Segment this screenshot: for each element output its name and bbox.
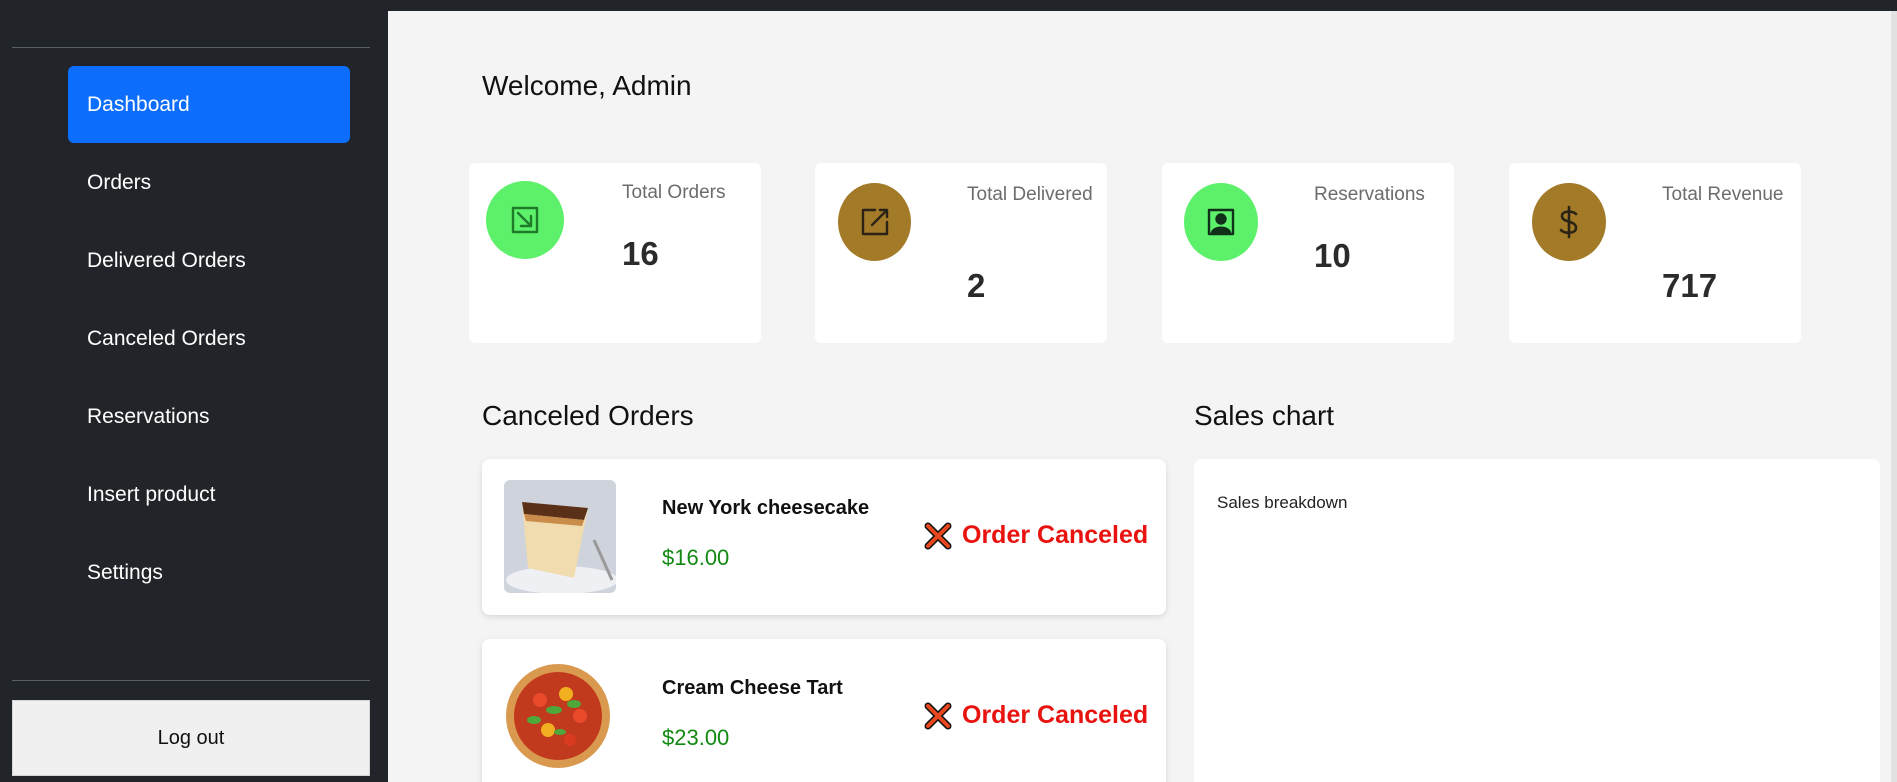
sidebar-nav: Dashboard Orders Delivered Orders Cancel… [68, 66, 350, 612]
cancel-x-icon [924, 702, 952, 729]
page-title: Welcome, Admin [482, 70, 692, 101]
sidebar-item-orders[interactable]: Orders [68, 144, 350, 221]
app-window: Dashboard Orders Delivered Orders Cancel… [0, 0, 1897, 782]
order-status: Order Canceled [924, 521, 1148, 550]
cheesecake-image [504, 480, 616, 593]
order-status: Order Canceled [924, 701, 1148, 730]
sidebar-divider-bottom [12, 680, 370, 681]
sidebar-item-reservations[interactable]: Reservations [68, 378, 350, 455]
import-arrow-icon [486, 181, 564, 259]
main-content: Welcome, Admin Total Orders 16 Total Del… [388, 11, 1897, 782]
stat-value: 717 [1662, 267, 1718, 304]
stat-label: Total Orders [622, 182, 726, 203]
order-card[interactable]: New York cheesecake $16.00 Order Cancele… [482, 459, 1166, 615]
sidebar-item-dashboard[interactable]: Dashboard [68, 66, 350, 143]
sidebar-item-delivered-orders[interactable]: Delivered Orders [68, 222, 350, 299]
stat-label: Reservations [1314, 184, 1425, 205]
page-scrollbar[interactable] [1891, 11, 1897, 782]
sidebar-item-insert-product[interactable]: Insert product [68, 456, 350, 533]
stat-label: Total Delivered [967, 184, 1093, 205]
stat-card-total-delivered: Total Delivered 2 [815, 163, 1107, 343]
stat-value: 16 [622, 235, 659, 272]
sidebar-item-settings[interactable]: Settings [68, 534, 350, 611]
order-name: Cream Cheese Tart [662, 677, 843, 699]
order-price: $23.00 [662, 725, 730, 750]
canceled-orders-title: Canceled Orders [482, 400, 694, 431]
stat-card-total-revenue: Total Revenue 717 [1509, 163, 1801, 343]
stat-label: Total Revenue [1662, 184, 1784, 205]
order-status-label: Order Canceled [962, 521, 1149, 549]
order-status-label: Order Canceled [962, 701, 1149, 729]
tart-image [504, 660, 616, 773]
order-price: $16.00 [662, 545, 730, 570]
stat-value: 10 [1314, 237, 1351, 274]
order-card[interactable]: Cream Cheese Tart $23.00 Order Canceled [482, 639, 1166, 782]
edit-square-icon [838, 183, 911, 261]
sales-chart-card: Sales breakdown [1194, 459, 1880, 782]
stat-value: 2 [967, 267, 986, 304]
sidebar: Dashboard Orders Delivered Orders Cancel… [0, 0, 388, 782]
stat-card-total-orders: Total Orders 16 [469, 163, 761, 343]
sidebar-divider-top [12, 47, 370, 48]
sidebar-item-canceled-orders[interactable]: Canceled Orders [68, 300, 350, 377]
dollar-icon [1532, 183, 1606, 261]
order-name: New York cheesecake [662, 497, 870, 519]
chart-subtitle: Sales breakdown [1217, 493, 1348, 512]
sales-chart-title: Sales chart [1194, 400, 1335, 431]
stat-card-reservations: Reservations 10 [1162, 163, 1454, 343]
cancel-x-icon [924, 522, 952, 549]
person-square-icon [1184, 183, 1258, 261]
logout-button[interactable]: Log out [12, 700, 370, 776]
